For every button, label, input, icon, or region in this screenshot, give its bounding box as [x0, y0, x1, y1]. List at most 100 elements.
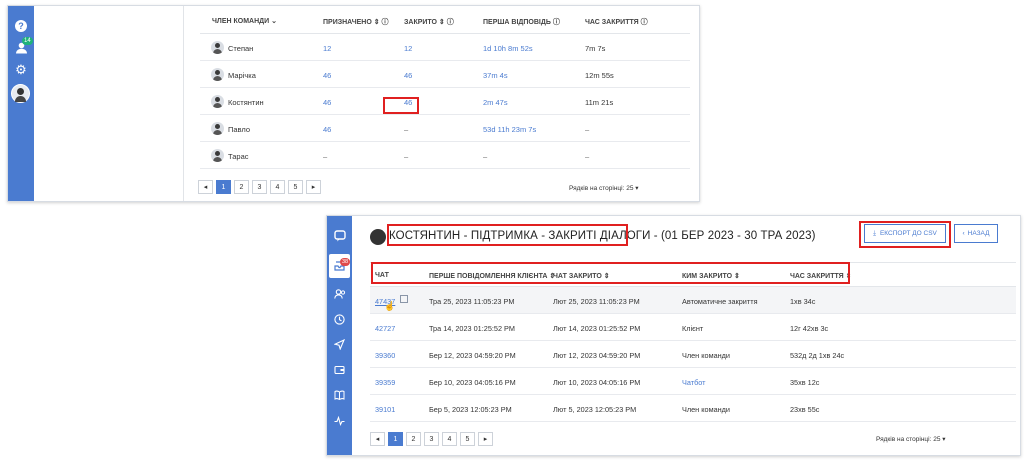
closed-date: Лют 10, 2023 04:05:16 PM: [553, 378, 641, 387]
table-row[interactable]: 39359 Бер 10, 2023 04:05:16 PM Лют 10, 2…: [370, 368, 1016, 395]
help-icon[interactable]: ?: [12, 17, 30, 35]
chat-link[interactable]: 42727: [375, 324, 395, 333]
page-button[interactable]: 2: [234, 180, 249, 194]
table-row[interactable]: Марічка 46 46 37m 4s 12m 55s: [200, 61, 690, 88]
sidebar: ? 14 ⚙: [8, 6, 34, 201]
avatar: [211, 149, 224, 162]
closed-date: Лют 5, 2023 12:05:23 PM: [553, 405, 637, 414]
rows-per-page-label: Рядків на сторінці:: [569, 185, 625, 192]
next-page-button[interactable]: ▸: [478, 432, 493, 446]
closed-date: Лют 25, 2023 11:05:23 PM: [553, 297, 640, 306]
close-time: –: [585, 152, 590, 161]
highlight-closed-cell: [383, 97, 419, 114]
assigned-link[interactable]: 12: [323, 44, 331, 53]
pagination: ◂ 1 2 3 4 5 ▸: [370, 432, 493, 446]
first-response-link[interactable]: 2m 47s: [483, 98, 508, 107]
page-button[interactable]: 5: [460, 432, 475, 446]
page-button[interactable]: 1: [388, 432, 403, 446]
close-time: 11m 21s: [585, 98, 614, 107]
avatar: [211, 68, 224, 81]
closed-by: Член команди: [682, 351, 731, 360]
chevron-left-icon: ‹: [962, 230, 965, 237]
send-icon[interactable]: [331, 336, 348, 353]
rows-per-page[interactable]: Рядків на сторінці: 25 ▾: [569, 184, 639, 192]
col-member[interactable]: ЧЛЕН КОМАНДИ ⌄: [212, 17, 277, 25]
assigned-value: –: [323, 152, 328, 161]
chat-link[interactable]: 39359: [375, 378, 395, 387]
col-assigned[interactable]: ПРИЗНАЧЕНО ⇕ ⓘ: [323, 17, 389, 27]
highlight-export: [859, 221, 951, 248]
avatar: [211, 41, 224, 54]
page-button[interactable]: 1: [216, 180, 231, 194]
rows-per-page-value[interactable]: 25: [626, 185, 633, 192]
highlight-headers: [371, 262, 850, 284]
users-icon[interactable]: [331, 285, 348, 302]
table-row[interactable]: 39360 Бер 12, 2023 04:59:20 PM Лют 12, 2…: [370, 341, 1016, 368]
page-button[interactable]: 5: [288, 180, 303, 194]
rows-per-page[interactable]: Рядків на сторінці: 25 ▾: [876, 435, 946, 443]
member-name: Костянтин: [228, 98, 264, 107]
page-button[interactable]: 3: [252, 180, 267, 194]
assigned-link[interactable]: 46: [323, 98, 331, 107]
gear-icon[interactable]: ⚙: [12, 61, 30, 79]
rows-per-page-value[interactable]: 25: [933, 436, 940, 443]
clock-icon[interactable]: [331, 311, 348, 328]
hand-cursor-icon: ☝: [384, 301, 396, 311]
wallet-icon[interactable]: [331, 361, 348, 378]
table-row[interactable]: 47437 ☝ Тра 25, 2023 11:05:23 PM Лют 25,…: [370, 287, 1016, 314]
closed-value: –: [404, 125, 409, 134]
first-message-date: Бер 5, 2023 12:05:23 PM: [429, 405, 512, 414]
closed-by-link[interactable]: Чатбот: [682, 378, 706, 387]
first-response-link[interactable]: 37m 4s: [483, 71, 508, 80]
table-row[interactable]: Костянтин 46 46 2m 47s 11m 21s: [200, 88, 690, 115]
col-closed[interactable]: ЗАКРИТО ⇕ ⓘ: [404, 17, 454, 27]
users-count-badge: 14: [22, 37, 33, 45]
first-response-link[interactable]: 53d 11h 23m 7s: [483, 125, 536, 134]
closed-dialogs-panel: 38 КОСТЯНТИН - ПІДТРИМКА - ЗАКРИТІ ДІАЛО…: [326, 215, 1021, 456]
table-row[interactable]: 39101 Бер 5, 2023 12:05:23 PM Лют 5, 202…: [370, 395, 1016, 422]
chat-link[interactable]: 39101: [375, 405, 395, 414]
first-response-link[interactable]: 1d 10h 8m 52s: [483, 44, 533, 53]
prev-page-button[interactable]: ◂: [198, 180, 213, 194]
close-time: 1хв 34с: [790, 297, 816, 306]
avatar: [211, 95, 224, 108]
col-close-time[interactable]: ЧАС ЗАКРИТТЯ ⓘ: [585, 17, 648, 27]
page-button[interactable]: 2: [406, 432, 421, 446]
external-link-icon[interactable]: [400, 295, 408, 303]
page-button[interactable]: 4: [442, 432, 457, 446]
title-date-range: - (01 БЕР 2023 - 30 ТРА 2023): [650, 230, 816, 242]
sidebar: 38: [327, 216, 352, 455]
closed-date: Лют 14, 2023 01:25:52 PM: [553, 324, 641, 333]
chat-link[interactable]: 39360: [375, 351, 395, 360]
table-row[interactable]: Степан 12 12 1d 10h 8m 52s 7m 7s: [200, 34, 690, 61]
table-row[interactable]: Павло 46 – 53d 11h 23m 7s –: [200, 115, 690, 142]
closed-link[interactable]: 12: [404, 44, 412, 53]
profile-avatar[interactable]: [11, 84, 30, 103]
table-header: ЧЛЕН КОМАНДИ ⌄ ПРИЗНАЧЕНО ⇕ ⓘ ЗАКРИТО ⇕ …: [200, 6, 690, 34]
first-response-value: –: [483, 152, 488, 161]
chat-logo-icon[interactable]: [331, 227, 348, 244]
prev-page-button[interactable]: ◂: [370, 432, 385, 446]
closed-link[interactable]: 46: [404, 71, 412, 80]
col-first-response[interactable]: ПЕРША ВІДПОВІДЬ ⓘ: [483, 17, 560, 27]
team-members-table: ЧЛЕН КОМАНДИ ⌄ ПРИЗНАЧЕНО ⇕ ⓘ ЗАКРИТО ⇕ …: [200, 6, 690, 169]
assigned-link[interactable]: 46: [323, 125, 331, 134]
inbox-count-badge: 38: [340, 258, 351, 266]
close-time: 7m 7s: [585, 44, 606, 53]
back-button[interactable]: ‹ НАЗАД: [954, 224, 998, 243]
next-page-button[interactable]: ▸: [306, 180, 321, 194]
closed-dialogs-table: ЧАТ ПЕРШЕ ПОВІДОМЛЕННЯ КЛІЄНТА ⇕ ЧАТ ЗАК…: [370, 262, 1016, 422]
first-message-date: Тра 14, 2023 01:25:52 PM: [429, 324, 515, 333]
secondary-pane: [34, 6, 184, 201]
member-name: Степан: [228, 44, 254, 53]
pagination: ◂ 1 2 3 4 5 ▸: [198, 180, 321, 194]
close-time: 35хв 12с: [790, 378, 820, 387]
page-button[interactable]: 4: [270, 180, 285, 194]
book-icon[interactable]: [331, 386, 348, 403]
table-row[interactable]: Тарас – – – –: [200, 142, 690, 169]
table-row[interactable]: 42727 Тра 14, 2023 01:25:52 PM Лют 14, 2…: [370, 314, 1016, 341]
activity-icon[interactable]: [331, 412, 348, 429]
assigned-link[interactable]: 46: [323, 71, 331, 80]
member-name: Павло: [228, 125, 251, 134]
page-button[interactable]: 3: [424, 432, 439, 446]
